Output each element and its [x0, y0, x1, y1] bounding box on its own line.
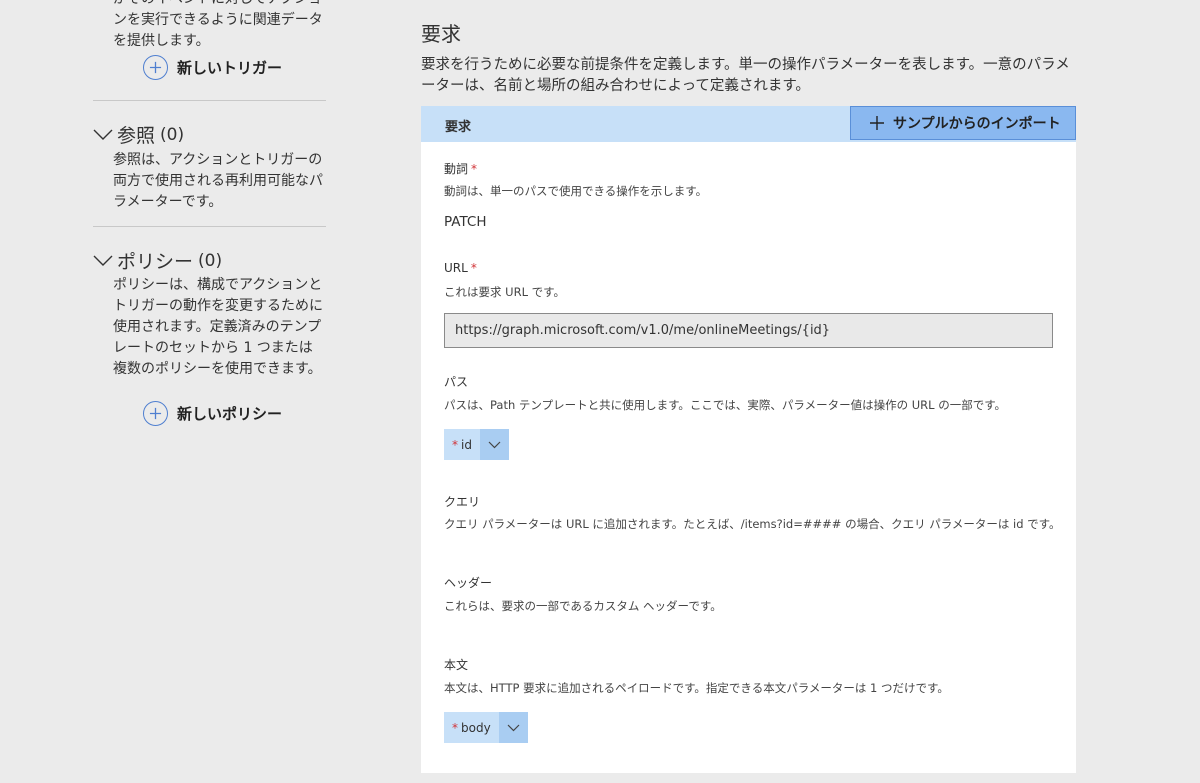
request-card-header: 要求 サンプルからのインポート	[421, 106, 1076, 142]
chevron-down-icon[interactable]	[498, 712, 528, 743]
policies-count: (0)	[198, 250, 223, 271]
trigger-description: がそのイベントに対してアクションを実行できるように関連データを提供します。	[113, 0, 323, 49]
references-section-toggle[interactable]: 参照 (0)	[93, 121, 184, 148]
references-count: (0)	[160, 124, 185, 145]
import-button-label: サンプルからのインポート	[893, 116, 1061, 132]
body-label: 本文	[444, 658, 469, 672]
policies-section-toggle[interactable]: ポリシー (0)	[93, 247, 222, 274]
plus-icon	[870, 116, 884, 130]
new-trigger-label: 新しいトリガー	[177, 59, 283, 77]
url-description: これは要求 URL です。	[444, 285, 565, 299]
query-label: クエリ	[444, 495, 481, 509]
param-name: id	[461, 437, 472, 452]
required-mark: *	[452, 437, 458, 452]
url-label-text: URL	[444, 261, 468, 275]
new-policy-label: 新しいポリシー	[177, 405, 283, 423]
required-mark: *	[452, 720, 458, 735]
headers-label: ヘッダー	[444, 576, 493, 590]
path-description: パスは、Path テンプレートと共に使用します。ここでは、実際、パラメーター値は…	[444, 398, 1007, 412]
required-mark: *	[470, 261, 477, 275]
headers-description: これらは、要求の一部であるカスタム ヘッダーです。	[444, 599, 722, 613]
body-description: 本文は、HTTP 要求に追加されるペイロードです。指定できる本文パラメーターは …	[444, 681, 949, 695]
required-mark: *	[471, 162, 478, 176]
import-from-sample-button[interactable]: サンプルからのインポート	[850, 106, 1076, 140]
param-chip-label: * id	[444, 429, 480, 460]
policies-title: ポリシー	[117, 251, 194, 273]
body-param-chip[interactable]: * body	[444, 712, 528, 743]
url-field[interactable]: https://graph.microsoft.com/v1.0/me/onli…	[444, 313, 1053, 348]
query-description: クエリ パラメーターは URL に追加されます。たとえば、/items?id=#…	[444, 517, 1061, 531]
policies-description: ポリシーは、構成でアクションとトリガーの動作を変更するために使用されます。定義済…	[113, 277, 323, 377]
left-panel: がそのイベントに対してアクションを実行できるように関連データを提供します。 新し…	[0, 0, 340, 783]
url-label: URL *	[444, 261, 477, 275]
chevron-down-icon	[93, 129, 113, 140]
plus-circle-icon	[143, 55, 168, 80]
references-description: 参照は、アクションとトリガーの両方で使用される再利用可能なパラメーターです。	[113, 152, 323, 210]
new-policy-button[interactable]: 新しいポリシー	[143, 401, 282, 426]
plus-circle-icon	[143, 401, 168, 426]
request-description: 要求を行うために必要な前提条件を定義します。単一の操作パラメーターを表します。一…	[421, 57, 1070, 94]
verb-value[interactable]: PATCH	[444, 214, 487, 230]
path-label: パス	[444, 375, 469, 389]
divider	[93, 226, 326, 227]
chevron-down-icon[interactable]	[479, 429, 509, 460]
verb-label: 動詞 *	[444, 160, 477, 177]
param-name: body	[461, 720, 491, 735]
request-card: 要求 サンプルからのインポート 動詞 * 動詞は、単一のパスで使用できる操作を示し…	[421, 106, 1076, 773]
new-trigger-button[interactable]: 新しいトリガー	[143, 55, 282, 80]
request-header-label: 要求	[445, 120, 472, 135]
verb-label-text: 動詞	[444, 162, 469, 176]
verb-description: 動詞は、単一のパスで使用できる操作を示します。	[444, 184, 708, 198]
path-param-id-chip[interactable]: * id	[444, 429, 509, 460]
chevron-down-icon	[93, 255, 113, 266]
param-chip-label: * body	[444, 712, 499, 743]
references-title: 参照	[117, 125, 156, 147]
divider	[93, 100, 326, 101]
request-title: 要求	[421, 22, 461, 46]
